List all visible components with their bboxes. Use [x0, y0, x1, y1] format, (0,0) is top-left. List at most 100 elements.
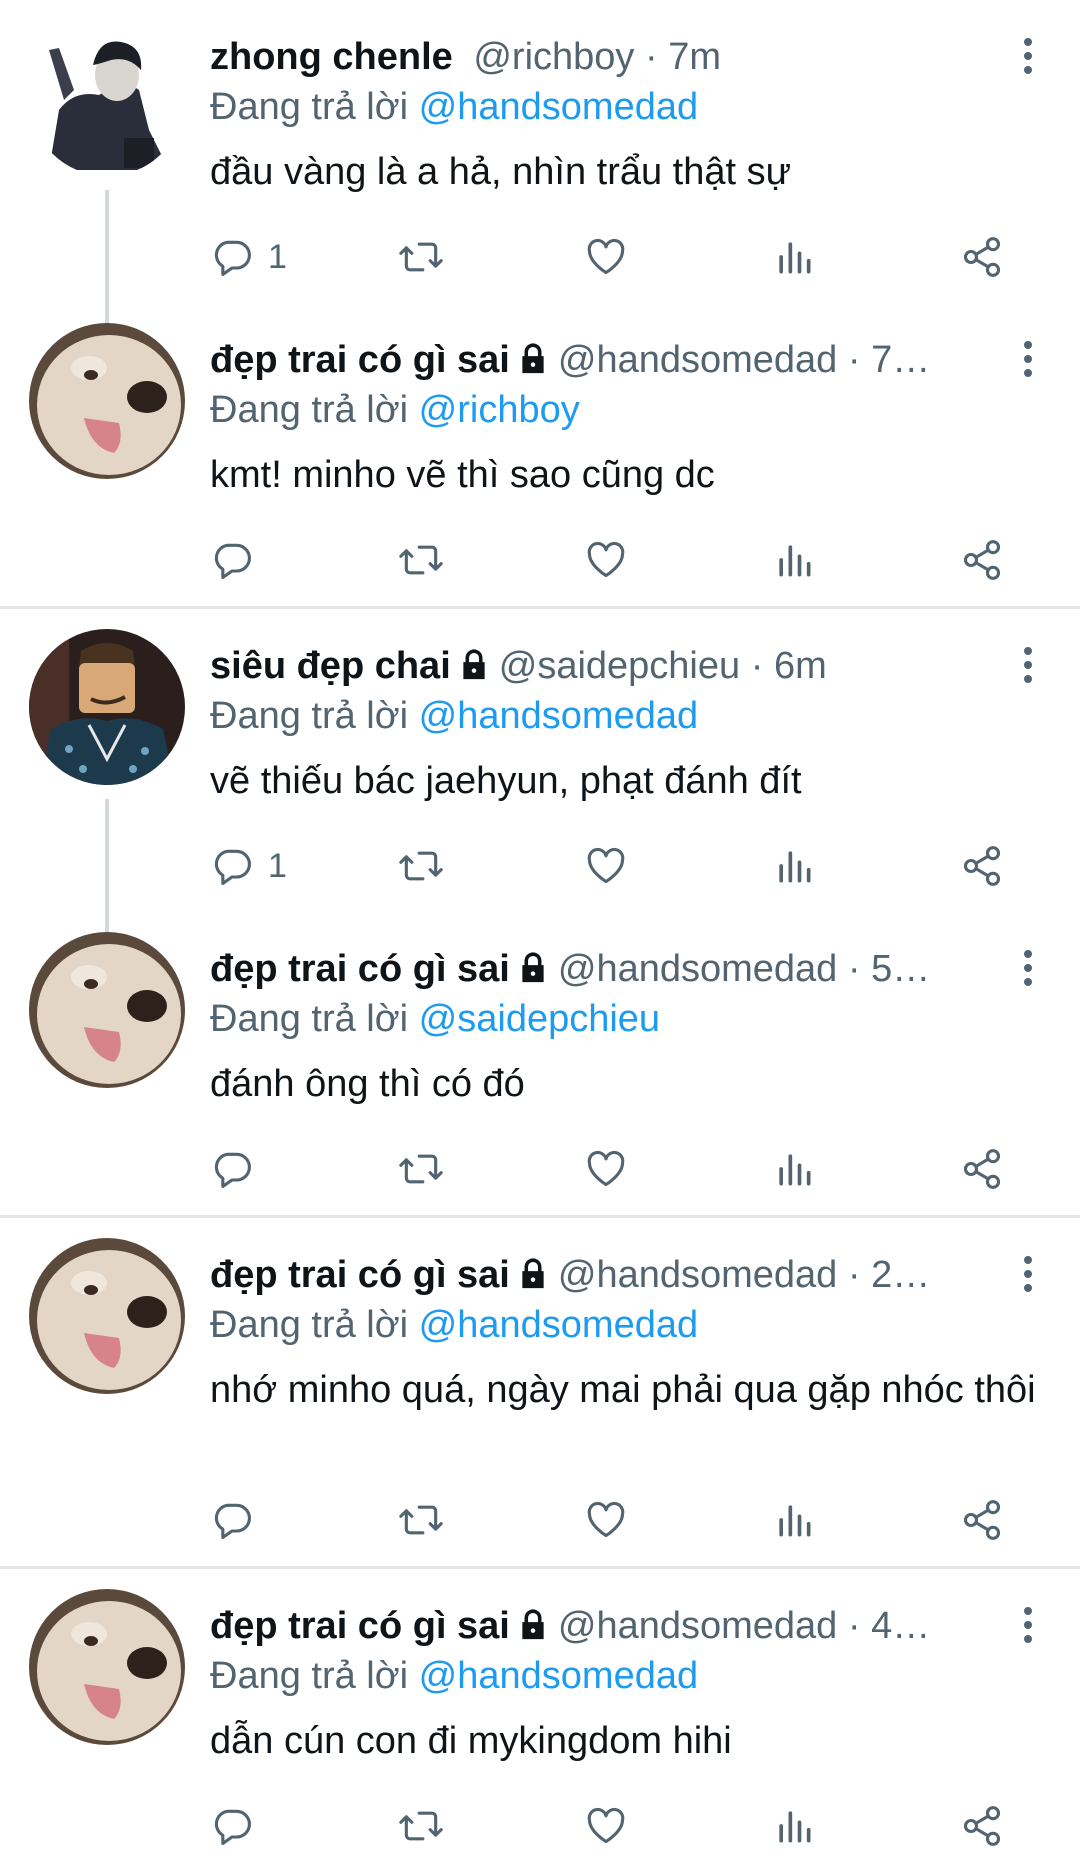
analytics-button[interactable]	[772, 1495, 816, 1545]
like-button[interactable]	[584, 1801, 628, 1851]
tweet-header: siêu đẹp chai @saidepchieu · 6m	[210, 641, 1000, 695]
retweet-icon	[399, 1811, 443, 1841]
timestamp[interactable]: 5…	[871, 948, 930, 990]
user-handle[interactable]: @handsomedad	[558, 1254, 837, 1296]
avatar[interactable]	[29, 629, 185, 785]
replying-to-mention[interactable]: @handsomedad	[419, 695, 698, 737]
timestamp[interactable]: 7…	[871, 339, 930, 381]
tweet-actions	[210, 1144, 1020, 1194]
separator-dot: ·	[847, 1605, 872, 1647]
more-options-icon[interactable]	[1022, 341, 1034, 381]
tweet[interactable]: đẹp trai có gì sai @handsomedad · 2… Đang…	[0, 1218, 1080, 1566]
reply-icon	[214, 849, 251, 885]
user-handle[interactable]: @saidepchieu	[499, 645, 740, 687]
avatar[interactable]	[29, 1589, 185, 1745]
replying-to-mention[interactable]: @handsomedad	[419, 1304, 698, 1346]
avatar[interactable]	[29, 323, 185, 479]
retweet-icon	[399, 851, 443, 881]
avatar[interactable]	[29, 20, 185, 176]
like-button[interactable]	[584, 841, 628, 891]
display-name[interactable]: đẹp trai có gì sai	[210, 948, 510, 990]
separator-dot: ·	[847, 948, 872, 990]
replying-to-mention[interactable]: @saidepchieu	[419, 998, 660, 1040]
tweet[interactable]: zhong chenle @richboy · 7m Đang trả lời …	[0, 0, 1080, 330]
display-name[interactable]: zhong chenle	[210, 36, 453, 78]
tweet[interactable]: siêu đẹp chai @saidepchieu · 6m Đang trả …	[0, 609, 1080, 939]
lock-icon	[516, 339, 550, 389]
user-handle[interactable]: @handsomedad	[558, 948, 837, 990]
replying-to-mention[interactable]: @richboy	[419, 389, 580, 431]
replying-label: Đang trả lời	[210, 389, 409, 431]
tweet-actions: 1	[210, 232, 1020, 282]
timestamp[interactable]: 4…	[871, 1605, 930, 1647]
like-button[interactable]	[584, 1144, 628, 1194]
dog-avatar-image	[29, 932, 185, 1088]
display-name[interactable]: đẹp trai có gì sai	[210, 1605, 510, 1647]
tweet-header: đẹp trai có gì sai @handsomedad · 5…	[210, 944, 1000, 998]
retweet-button[interactable]	[397, 841, 445, 891]
reply-thread-feed: zhong chenle @richboy · 7m Đang trả lời …	[0, 0, 1080, 1869]
timestamp[interactable]: 7m	[668, 36, 721, 78]
share-button[interactable]	[958, 232, 1006, 282]
tweet[interactable]: đẹp trai có gì sai @handsomedad · 4… Đang…	[0, 1569, 1080, 1869]
more-options-icon[interactable]	[1022, 647, 1034, 687]
analytics-button[interactable]	[772, 1144, 816, 1194]
retweet-icon	[399, 545, 443, 575]
replying-to-line: Đang trả lời @richboy	[210, 385, 580, 435]
analytics-button[interactable]	[772, 535, 816, 585]
reply-icon	[214, 1503, 251, 1539]
replying-to-line: Đang trả lời @handsomedad	[210, 82, 698, 132]
replying-to-mention[interactable]: @handsomedad	[419, 1655, 698, 1697]
analytics-button[interactable]	[772, 232, 816, 282]
tweet[interactable]: đẹp trai có gì sai @handsomedad · 5… Đang…	[0, 912, 1080, 1215]
retweet-button[interactable]	[397, 1495, 445, 1545]
more-options-icon[interactable]	[1022, 1256, 1034, 1296]
replying-label: Đang trả lời	[210, 1304, 409, 1346]
timestamp[interactable]: 6m	[774, 645, 827, 687]
reply-button[interactable]	[210, 1495, 268, 1545]
like-button[interactable]	[584, 1495, 628, 1545]
lock-icon	[457, 645, 491, 695]
reply-button[interactable]: 1	[210, 232, 287, 282]
reply-button[interactable]	[210, 1144, 268, 1194]
retweet-button[interactable]	[397, 232, 445, 282]
retweet-icon	[399, 1154, 443, 1184]
display-name[interactable]: siêu đẹp chai	[210, 645, 451, 687]
timestamp[interactable]: 2…	[871, 1254, 930, 1296]
separator-dot: ·	[847, 1254, 872, 1296]
tweet-header: đẹp trai có gì sai @handsomedad · 7…	[210, 335, 1000, 389]
avatar[interactable]	[29, 1238, 185, 1394]
analytics-icon	[779, 545, 811, 577]
separator-dot: ·	[847, 339, 872, 381]
share-button[interactable]	[958, 1801, 1006, 1851]
heart-icon	[587, 1807, 625, 1844]
user-handle[interactable]: @handsomedad	[558, 339, 837, 381]
share-button[interactable]	[958, 535, 1006, 585]
like-button[interactable]	[584, 232, 628, 282]
display-name[interactable]: đẹp trai có gì sai	[210, 1254, 510, 1296]
analytics-button[interactable]	[772, 1801, 816, 1851]
share-button[interactable]	[958, 841, 1006, 891]
retweet-icon	[399, 1505, 443, 1535]
like-button[interactable]	[584, 535, 628, 585]
share-button[interactable]	[958, 1144, 1006, 1194]
analytics-button[interactable]	[772, 841, 816, 891]
reply-button[interactable]: 1	[210, 841, 287, 891]
tweet[interactable]: đẹp trai có gì sai @handsomedad · 7… Đang…	[0, 303, 1080, 606]
retweet-button[interactable]	[397, 535, 445, 585]
heart-icon	[587, 238, 625, 275]
user-handle[interactable]: @richboy	[473, 36, 634, 78]
more-options-icon[interactable]	[1022, 950, 1034, 990]
replying-to-mention[interactable]: @handsomedad	[419, 86, 698, 128]
retweet-button[interactable]	[397, 1144, 445, 1194]
user-handle[interactable]: @handsomedad	[558, 1605, 837, 1647]
reply-button[interactable]	[210, 535, 268, 585]
share-button[interactable]	[958, 1495, 1006, 1545]
reply-button[interactable]	[210, 1801, 268, 1851]
more-options-icon[interactable]	[1022, 38, 1034, 78]
avatar[interactable]	[29, 932, 185, 1088]
more-options-icon[interactable]	[1022, 1607, 1034, 1647]
retweet-button[interactable]	[397, 1801, 445, 1851]
tweet-text: vẽ thiếu bác jaehyun, phạt đánh đít	[210, 760, 802, 802]
display-name[interactable]: đẹp trai có gì sai	[210, 339, 510, 381]
